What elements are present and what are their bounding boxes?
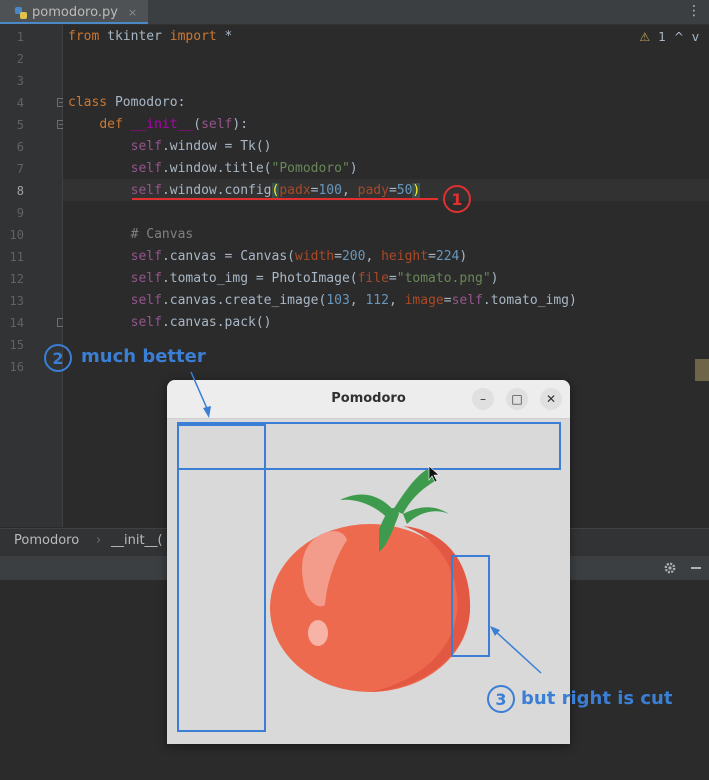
annotation-marker-1: 1 bbox=[443, 185, 471, 213]
annotation-marker-3: 3 bbox=[487, 685, 515, 713]
annotation-text-2: much better bbox=[81, 346, 206, 367]
annotation-text-3: but right is cut bbox=[521, 688, 673, 709]
annotation-marker-2: 2 bbox=[44, 344, 72, 372]
annotation-overlay bbox=[132, 198, 561, 732]
